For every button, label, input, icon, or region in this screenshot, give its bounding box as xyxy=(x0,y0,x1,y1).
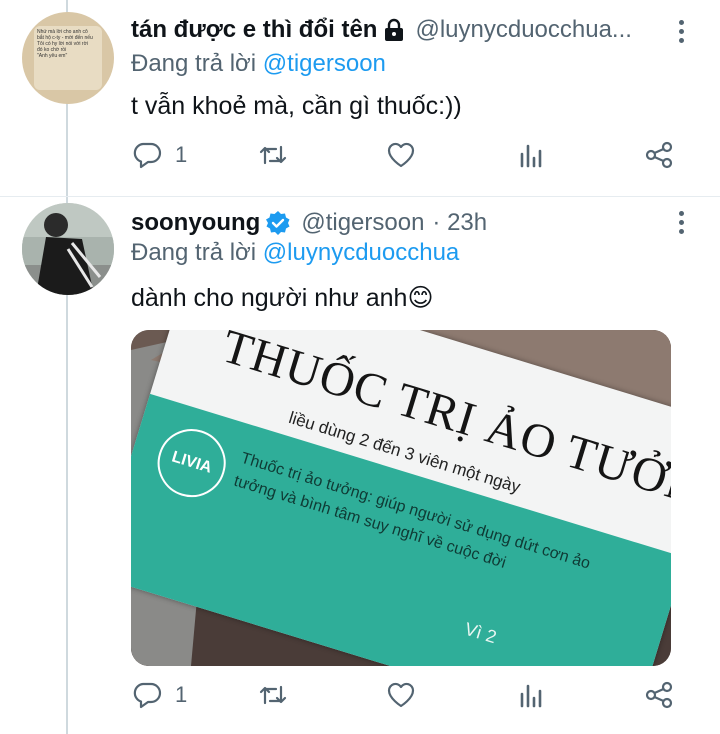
avatar-mini-text: "Anh yêu em" xyxy=(37,53,68,59)
lock-icon xyxy=(383,18,405,42)
share-icon xyxy=(645,141,673,169)
verified-badge-icon xyxy=(265,210,291,236)
avatar[interactable] xyxy=(22,203,114,295)
reply-button[interactable]: 1 xyxy=(131,139,187,171)
retweet-button[interactable] xyxy=(257,139,289,171)
reply-button[interactable]: 1 xyxy=(131,679,187,711)
replying-mention[interactable]: @luynycduocchua xyxy=(263,239,459,266)
share-button[interactable] xyxy=(643,139,675,171)
tweet-text: dành cho người như anh😊 xyxy=(131,283,434,313)
like-icon xyxy=(387,142,415,168)
reply-count: 1 xyxy=(175,142,188,167)
tweet-header: soonyoung @tigersoon · 23h xyxy=(131,209,670,237)
replying-label: Đang trả lời xyxy=(131,50,257,77)
replying-to: Đang trả lời @luynycduocchua xyxy=(131,239,459,267)
retweet-button[interactable] xyxy=(257,679,289,711)
analytics-icon xyxy=(520,684,542,708)
share-button[interactable] xyxy=(643,679,675,711)
avatar[interactable]: Nhứ mà lời cho anh cô bắt hộ c-ty - mời … xyxy=(22,12,114,104)
analytics-button[interactable] xyxy=(515,679,547,711)
tweet-media-image[interactable]: THUỐC TRỊ ẢO TƯỞNG liều dùng 2 đến 3 viê… xyxy=(131,330,671,666)
replying-mention[interactable]: @tigersoon xyxy=(263,50,386,77)
tweet-time[interactable]: · 23h xyxy=(432,209,487,237)
tweet-actions: 1 xyxy=(131,679,691,715)
tweet-text-body: dành cho người như anh xyxy=(131,284,408,312)
reply-count: 1 xyxy=(175,682,188,707)
reply-icon xyxy=(133,142,162,169)
replying-label: Đang trả lời xyxy=(131,239,257,266)
author-name[interactable]: tán được e thì đổi tên xyxy=(131,16,377,44)
more-icon[interactable] xyxy=(678,20,686,47)
more-icon[interactable] xyxy=(678,211,686,238)
author-handle[interactable]: @tigersoon xyxy=(301,209,424,237)
like-icon xyxy=(387,682,415,708)
tweet-actions: 1 xyxy=(131,139,691,175)
reply-icon xyxy=(133,682,162,709)
author-handle[interactable]: @luynycduocchua... xyxy=(415,16,631,44)
like-button[interactable] xyxy=(385,139,417,171)
brand-name: LIVIA xyxy=(169,448,214,477)
author-name[interactable]: soonyoung xyxy=(131,209,260,237)
retweet-icon xyxy=(259,685,287,705)
tweet-text: t vẫn khoẻ mà, cần gì thuốc:)) xyxy=(131,92,462,120)
analytics-icon xyxy=(520,144,542,168)
analytics-button[interactable] xyxy=(515,139,547,171)
retweet-icon xyxy=(259,145,287,165)
replying-to: Đang trả lời @tigersoon xyxy=(131,50,386,78)
smile-emoji: 😊 xyxy=(407,284,434,312)
like-button[interactable] xyxy=(385,679,417,711)
share-icon xyxy=(645,681,673,709)
tweet-header: tán được e thì đổi tên @luynycduocchua..… xyxy=(131,16,670,44)
tweet-1[interactable]: Nhứ mà lời cho anh cô bắt hộ c-ty - mời … xyxy=(0,0,720,196)
